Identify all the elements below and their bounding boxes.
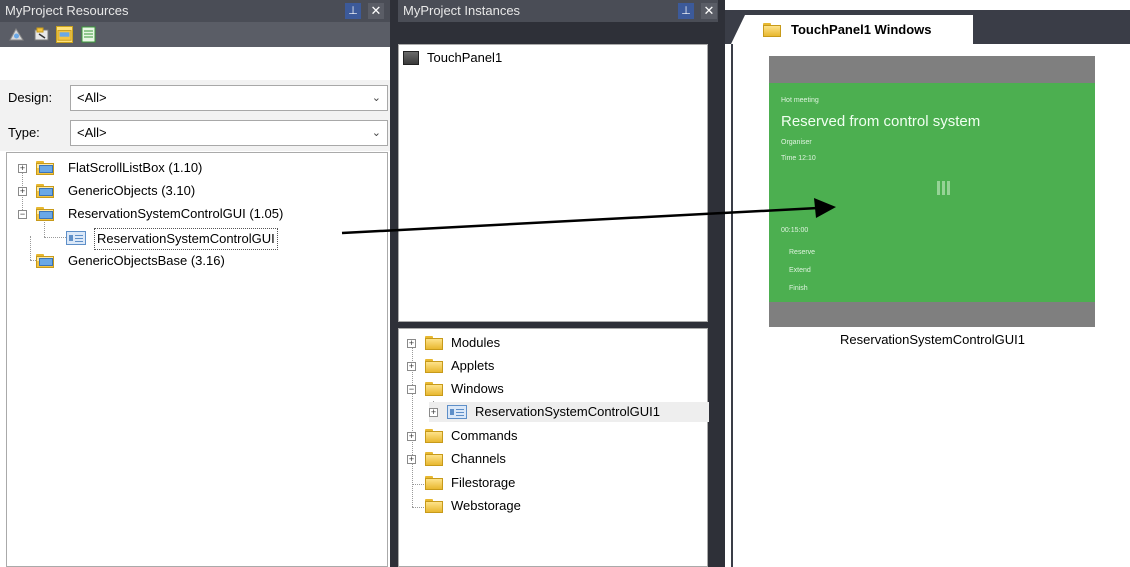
- expand-icon[interactable]: +: [407, 339, 416, 348]
- thumbnail-duration: 00:15:00: [781, 227, 809, 234]
- tree-item-label: GenericObjects (3.10): [68, 183, 196, 198]
- thumbnail-headline: Reserved from control system: [781, 113, 981, 130]
- instances-panel-title: MyProject Instances: [403, 3, 521, 18]
- collapse-icon[interactable]: −: [18, 210, 27, 219]
- tree-item-label: Modules: [451, 335, 501, 350]
- instances-panel: MyProject Instances ⊥ ✕ TouchPanel1 + Mo…: [390, 0, 725, 567]
- list-view-icon[interactable]: [80, 26, 97, 43]
- window-thumbnail[interactable]: Hot meeting Reserved from control system…: [769, 56, 1095, 327]
- thumbnail-room-name: Hot meeting: [781, 97, 819, 104]
- resources-panel: MyProject Resources ⊥ ✕ Design: <All> ⌄ …: [0, 0, 390, 567]
- expand-icon[interactable]: +: [429, 408, 438, 417]
- tab-label: TouchPanel1 Windows: [791, 22, 932, 37]
- tree-item-label: ReservationSystemControlGUI (1.05): [68, 206, 284, 221]
- resources-panel-header: MyProject Resources ⊥ ✕: [0, 0, 390, 22]
- windows-canvas: Hot meeting Reserved from control system…: [731, 44, 1130, 567]
- chevron-down-icon: ⌄: [371, 92, 381, 104]
- tree-item-label: Commands: [451, 428, 518, 443]
- folder-icon: [425, 476, 443, 490]
- thumbnail-time: Time 12:10: [781, 155, 816, 162]
- folder-icon: [425, 429, 443, 443]
- thumbnail-finish-button: Finish: [789, 285, 808, 292]
- tree-item-label: ReservationSystemControlGUI: [94, 228, 278, 250]
- folder-icon: [425, 336, 443, 350]
- expand-icon[interactable]: +: [407, 432, 416, 441]
- add-applet-icon[interactable]: [33, 26, 50, 43]
- add-module-icon[interactable]: [8, 26, 25, 43]
- folder-icon: [425, 382, 443, 396]
- tree-item-label: ReservationSystemControlGUI1: [475, 404, 660, 419]
- resources-toolbar: [0, 22, 390, 47]
- tab-touchpanel1-windows[interactable]: TouchPanel1 Windows: [731, 15, 973, 44]
- tree-item-label: Channels: [451, 451, 506, 466]
- touchpanel-icon: [403, 51, 419, 65]
- resources-panel-title: MyProject Resources: [5, 3, 129, 18]
- expand-icon[interactable]: +: [18, 187, 27, 196]
- device-item-label: TouchPanel1: [427, 50, 503, 65]
- tree-item-reservationsystemcontrolgui1[interactable]: + ReservationSystemControlGUI1: [429, 402, 709, 422]
- tree-item-label: Webstorage: [451, 498, 521, 513]
- expand-icon[interactable]: +: [18, 164, 27, 173]
- windows-panel: TouchPanel1 Windows Hot meeting Reserved…: [725, 0, 1130, 567]
- loading-icon: [937, 181, 951, 195]
- thumbnail-caption: ReservationSystemControlGUI1: [840, 332, 1025, 347]
- window-icon: [447, 405, 467, 419]
- folder-icon: [425, 359, 443, 373]
- folder-icon: [425, 452, 443, 466]
- thumbnail-organiser: Organiser: [781, 139, 812, 146]
- close-icon[interactable]: ✕: [701, 3, 717, 19]
- design-dropdown[interactable]: <All> ⌄: [70, 85, 388, 111]
- thumbnail-reserve-button: Reserve: [789, 249, 816, 256]
- tree-item-label: Filestorage: [451, 475, 516, 490]
- instances-tree: + Modules + Applets − Windows + Reservat…: [398, 328, 709, 567]
- design-dropdown-value: <All>: [77, 90, 107, 105]
- tree-item-label: GenericObjectsBase (3.16): [68, 253, 225, 268]
- collapse-icon[interactable]: −: [407, 385, 416, 394]
- type-label: Type:: [8, 125, 40, 140]
- app-root: MyProject Resources ⊥ ✕ Design: <All> ⌄ …: [0, 0, 1130, 567]
- pin-icon[interactable]: ⊥: [678, 3, 694, 19]
- design-label: Design:: [8, 90, 53, 105]
- tree-item-label: Windows: [451, 381, 504, 396]
- expand-icon[interactable]: +: [407, 455, 416, 464]
- window-icon: [66, 231, 86, 245]
- type-dropdown-value: <All>: [77, 125, 107, 140]
- chevron-down-icon: ⌄: [371, 127, 381, 139]
- windows-tab-bar: TouchPanel1 Windows: [725, 10, 1130, 44]
- folder-icon: [425, 499, 443, 513]
- thumbnail-screen: Hot meeting Reserved from control system…: [769, 83, 1095, 302]
- folder-icon: [36, 184, 54, 198]
- folder-icon: [36, 161, 54, 175]
- tree-item-label: Applets: [451, 358, 495, 373]
- folder-icon: [36, 207, 54, 221]
- tree-item-label: FlatScrollListBox (1.10): [68, 160, 203, 175]
- type-filter-row: Type: <All> ⌄: [0, 115, 390, 151]
- folder-icon: [763, 23, 781, 37]
- instances-panel-header: MyProject Instances ⊥ ✕: [398, 0, 718, 22]
- folder-icon: [36, 254, 54, 268]
- close-icon[interactable]: ✕: [368, 3, 384, 19]
- folder-view-icon[interactable]: [56, 26, 73, 43]
- instances-device-list: TouchPanel1: [398, 44, 708, 322]
- expand-icon[interactable]: +: [407, 362, 416, 371]
- type-dropdown[interactable]: <All> ⌄: [70, 120, 388, 146]
- thumbnail-extend-button: Extend: [789, 267, 811, 274]
- pin-icon[interactable]: ⊥: [345, 3, 361, 19]
- design-filter-row: Design: <All> ⌄: [0, 80, 390, 116]
